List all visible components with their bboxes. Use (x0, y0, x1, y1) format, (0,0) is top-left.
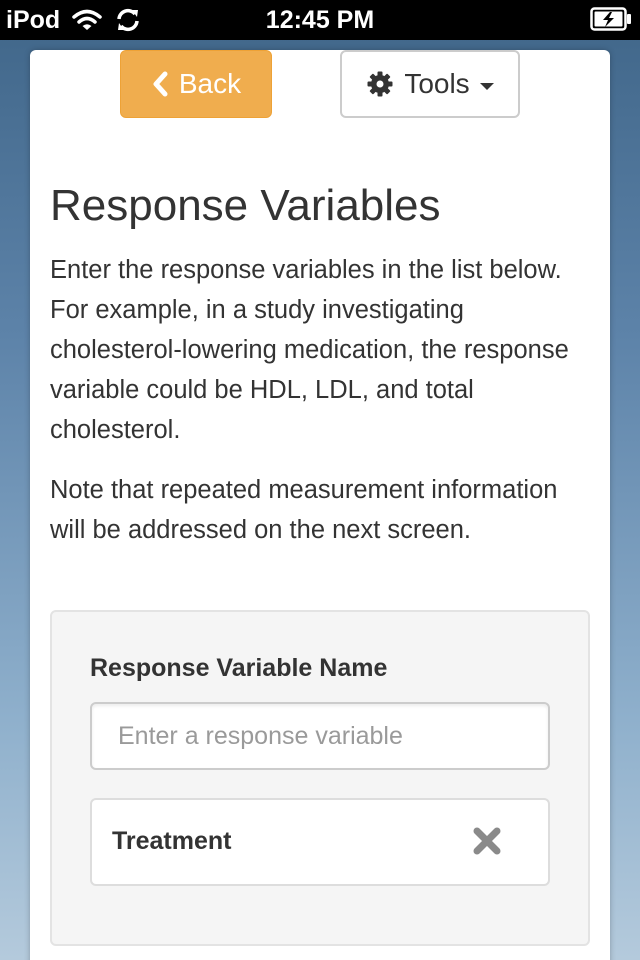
tools-dropdown-button[interactable]: Tools (340, 50, 520, 118)
back-button-label: Back (178, 68, 242, 99)
back-button[interactable]: Back (120, 50, 272, 118)
battery-charging-icon (590, 7, 631, 31)
note-text: Note that repeated measurement informati… (50, 476, 558, 544)
close-icon (473, 827, 501, 855)
list-item: Treatment (90, 798, 550, 886)
response-variable-panel: Response Variable Name Treatment (50, 610, 590, 946)
remove-item-button[interactable] (472, 826, 502, 856)
intro-text: Enter the response variables in the list… (50, 256, 569, 444)
page-title: Response Variables (50, 181, 441, 230)
status-time: 12:45 PM (265, 6, 375, 34)
status-bar: iPod 12:45 PM (0, 0, 640, 40)
status-right (590, 7, 632, 36)
chevron-left-icon (153, 71, 168, 97)
response-variable-label: Response Variable Name (90, 654, 388, 682)
gear-icon (367, 71, 393, 97)
response-variable-input[interactable] (90, 702, 550, 770)
main-card: Back Tools Response Variables Enter the … (30, 50, 610, 960)
caret-down-icon (479, 82, 494, 90)
list-item-label: Treatment (112, 827, 232, 855)
tools-button-label: Tools (404, 68, 470, 99)
